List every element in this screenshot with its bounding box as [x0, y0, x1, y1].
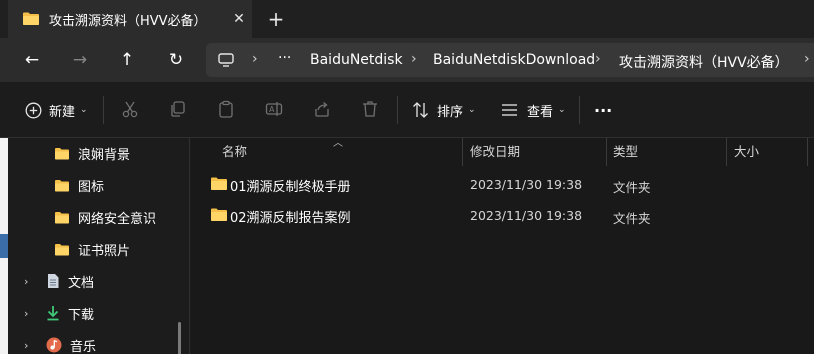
breadcrumb-separator: ›	[252, 51, 258, 67]
new-button[interactable]: 新建 ⌄	[25, 98, 88, 122]
table-row[interactable]: 01溯源反制终极手册 2023/11/30 19:38 文件夹	[201, 169, 801, 199]
folder-icon	[210, 207, 228, 226]
sidebar-item-label: 网络安全意识	[78, 211, 157, 227]
navigation-pane: 浪娴背景 图标 网络安全意识 证书照片 › 文档 › 下载 › 音乐	[0, 138, 190, 354]
close-tab-button[interactable]: ✕	[229, 9, 249, 29]
column-divider[interactable]	[606, 138, 607, 166]
file-name: 01溯源反制终极手册	[230, 180, 351, 195]
sidebar-item-downloads[interactable]: 下载	[46, 300, 94, 326]
chevron-down-icon: ⌄	[558, 105, 566, 115]
column-divider[interactable]	[726, 138, 727, 166]
share-icon[interactable]	[313, 100, 331, 122]
more-options-button[interactable]: ···	[594, 98, 612, 122]
back-button[interactable]: ←	[18, 46, 46, 74]
chevron-right-icon[interactable]: ›	[24, 339, 28, 352]
view-button[interactable]: 查看 ⌄	[501, 98, 566, 122]
folder-icon	[22, 11, 40, 30]
rename-icon[interactable]: A	[265, 100, 283, 122]
column-header-modified[interactable]: 修改日期	[470, 138, 520, 166]
sort-button[interactable]: 排序 ⌄	[412, 98, 476, 122]
copy-icon[interactable]	[169, 100, 187, 122]
breadcrumb-separator: ›	[411, 51, 417, 67]
background-window-edge	[0, 138, 8, 354]
sidebar-item-label: 下载	[68, 307, 95, 323]
column-divider[interactable]	[807, 138, 808, 166]
sidebar-scrollbar[interactable]	[178, 322, 181, 354]
new-button-label: 新建	[49, 104, 76, 120]
file-type: 文件夹	[613, 180, 651, 195]
file-list: ︿ 名称 修改日期 类型 大小 01溯源反制终极手册 2023/11/30 19…	[191, 138, 814, 354]
file-modified: 2023/11/30 19:38	[470, 208, 583, 223]
delete-icon[interactable]	[361, 100, 379, 122]
breadcrumb-more-button[interactable]: ···	[278, 50, 291, 66]
sort-ascending-icon: ︿	[333, 138, 343, 149]
sidebar-item-icons[interactable]: 图标	[54, 172, 104, 198]
folder-icon	[54, 179, 70, 192]
column-divider[interactable]	[462, 138, 463, 166]
breadcrumb-separator: ›	[804, 51, 810, 67]
tab-title: 攻击溯源资料（HVV必备）	[49, 14, 207, 29]
table-row[interactable]: 02溯源反制报告案例 2023/11/30 19:38 文件夹	[201, 200, 801, 230]
tab-active[interactable]: 攻击溯源资料（HVV必备） ✕	[8, 0, 252, 38]
sidebar-item-label: 证书照片	[78, 243, 131, 259]
chevron-right-icon[interactable]: ›	[24, 307, 28, 320]
sidebar-item-certificate-photos[interactable]: 证书照片	[54, 236, 130, 262]
chevron-right-icon[interactable]: ›	[24, 275, 28, 288]
folder-icon	[54, 243, 70, 256]
sidebar-item-label: 音乐	[70, 339, 97, 354]
download-icon	[46, 305, 60, 321]
sort-icon	[412, 102, 429, 118]
file-type: 文件夹	[613, 211, 651, 226]
sidebar-item-background[interactable]: 浪娴背景	[54, 140, 130, 166]
breadcrumb-current-folder[interactable]: 攻击溯源资料（HVV必备）	[619, 52, 789, 72]
title-bar: 攻击溯源资料（HVV必备） ✕ +	[0, 0, 814, 38]
new-tab-button[interactable]: +	[264, 7, 288, 31]
address-bar[interactable]: › ··· BaiduNetdisk › BaiduNetdiskDownloa…	[206, 43, 814, 77]
breadcrumb-baidunetdiskdownload[interactable]: BaiduNetdiskDownload	[433, 52, 595, 68]
chevron-down-icon: ⌄	[468, 105, 476, 115]
column-header-name[interactable]: 名称	[222, 138, 247, 166]
paste-icon[interactable]	[217, 100, 235, 122]
sidebar-item-label: 浪娴背景	[78, 147, 131, 163]
cut-icon[interactable]	[121, 100, 139, 122]
refresh-button[interactable]: ↻	[162, 46, 190, 74]
breadcrumb-baidunetdisk[interactable]: BaiduNetdisk	[310, 52, 403, 68]
folder-icon	[54, 211, 70, 224]
toolbar-divider	[397, 96, 398, 124]
sidebar-item-music[interactable]: 音乐	[46, 332, 96, 354]
file-modified: 2023/11/30 19:38	[470, 177, 583, 192]
breadcrumb-separator: ›	[595, 51, 601, 67]
toolbar-divider	[579, 96, 580, 124]
svg-text:A: A	[269, 105, 275, 114]
sidebar-item-documents[interactable]: 文档	[46, 268, 94, 294]
this-pc-icon[interactable]	[218, 53, 234, 71]
navigation-bar: ← → ↑ ↻ › ··· BaiduNetdisk › BaiduNetdis…	[0, 38, 814, 82]
view-button-label: 查看	[527, 104, 554, 120]
sidebar-item-security-awareness[interactable]: 网络安全意识	[54, 204, 156, 230]
chevron-down-icon: ⌄	[80, 105, 88, 115]
forward-button[interactable]: →	[66, 46, 94, 74]
up-button[interactable]: ↑	[113, 46, 141, 74]
folder-icon	[54, 147, 70, 160]
view-icon	[501, 103, 518, 117]
folder-icon	[210, 176, 228, 195]
toolbar-divider	[103, 96, 104, 124]
document-icon	[46, 273, 60, 289]
column-header-type[interactable]: 类型	[613, 138, 638, 166]
music-icon	[46, 337, 62, 353]
column-header-size[interactable]: 大小	[734, 138, 759, 166]
file-name: 02溯源反制报告案例	[230, 211, 351, 226]
plus-circle-icon	[25, 102, 42, 119]
command-bar: 新建 ⌄ A 排序 ⌄ 查看 ⌄ ···	[0, 82, 814, 138]
sidebar-item-label: 文档	[68, 275, 95, 291]
sort-button-label: 排序	[437, 104, 464, 120]
sidebar-item-label: 图标	[78, 179, 105, 195]
